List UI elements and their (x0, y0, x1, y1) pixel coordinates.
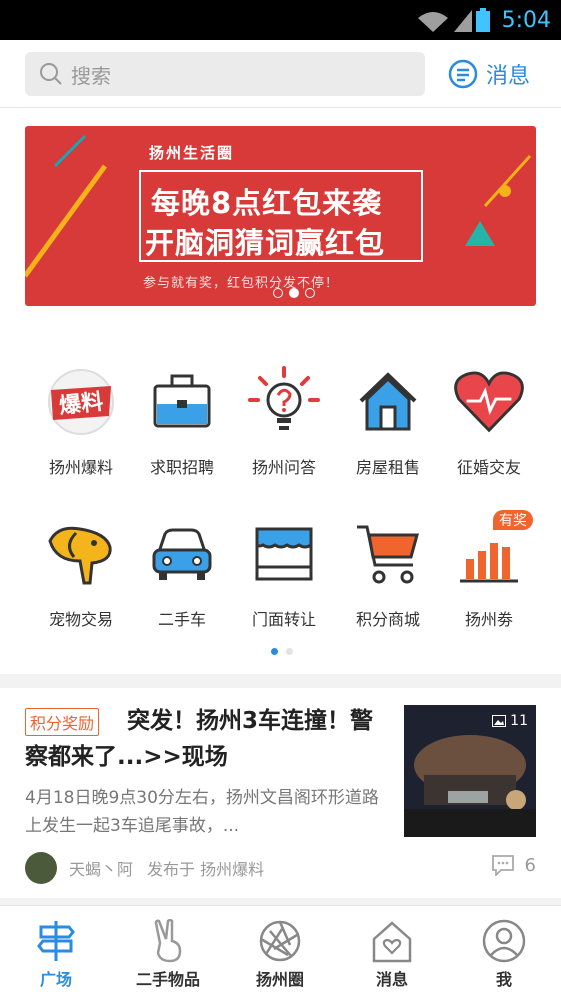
aperture-icon (224, 916, 336, 966)
category-label: 扬州爆料 (48, 458, 113, 477)
house-icon (352, 366, 424, 438)
dog-icon (45, 518, 117, 590)
category-housing[interactable]: 房屋租售 (332, 366, 444, 478)
feed-item[interactable]: 突发！扬州3车连撞！警察都来了...>>现场 积分奖励 4月18日晚9点30分左… (0, 688, 561, 898)
heart-icon (453, 366, 525, 438)
category-label: 二手车 (157, 610, 206, 629)
section-divider (0, 674, 561, 688)
image-count-value: 11 (510, 713, 528, 729)
promo-banner[interactable]: 扬州生活圈 每晚8点红包来袭 开脑洞猜词赢红包 参与就有奖，红包积分发不停！ (25, 126, 536, 306)
tab-label: 消息 (375, 970, 408, 989)
search-icon (40, 63, 62, 85)
category-used-cars[interactable]: 二手车 (126, 518, 238, 630)
banner-line2: 开脑洞猜词赢红包 (145, 226, 386, 260)
banner-pager (273, 288, 315, 298)
messages-label: 消息 (486, 64, 531, 89)
car-icon (146, 518, 218, 590)
baoliao-icon-text: 爆料 (58, 389, 105, 420)
tab-plaza[interactable]: 广场 (0, 916, 112, 990)
main-content: 扬州生活圈 每晚8点红包来袭 开脑洞猜词赢红包 参与就有奖，红包积分发不停！ 爆… (0, 108, 561, 908)
reward-badge: 有奖 (493, 510, 533, 530)
tab-yangzhou-circle[interactable]: 扬州圈 (224, 916, 336, 990)
image-count: 11 (492, 713, 528, 729)
wifi-icon (417, 12, 448, 32)
category-points-mall[interactable]: 积分商城 (332, 518, 444, 630)
pager-dot[interactable] (286, 648, 293, 655)
message-list-icon (448, 59, 478, 89)
category-storefront[interactable]: 门面转让 (228, 518, 340, 630)
bar-chart-icon: 有奖 (453, 510, 533, 590)
author-name[interactable]: 天蝎丶阿 (69, 856, 133, 880)
category-pets[interactable]: 宠物交易 (25, 518, 137, 630)
clock: 5:04 (501, 7, 551, 33)
cart-icon (352, 518, 424, 590)
feed-meta: 天蝎丶阿 发布于 扬州爆料 (25, 852, 264, 884)
image-icon (492, 715, 507, 727)
banner-line1: 每晚8点红包来袭 (151, 186, 383, 220)
banner-dot[interactable] (305, 288, 315, 298)
top-bar: 搜索 消息 (0, 40, 561, 108)
briefcase-icon (146, 366, 218, 438)
search-input[interactable]: 搜索 (25, 52, 425, 96)
heart-house-icon (336, 916, 448, 966)
status-bar: 5:04 (0, 0, 561, 40)
category-label: 宠物交易 (48, 610, 113, 629)
signal-icons (416, 8, 490, 32)
comment-count[interactable]: 6 (491, 854, 536, 876)
category-label: 扬州劵 (464, 610, 513, 629)
bottom-tab-bar: 广场 二手物品 扬州圈 消息 我 (0, 905, 561, 999)
tab-second-hand[interactable]: 二手物品 (112, 916, 224, 990)
battery-icon (475, 8, 490, 32)
category-jobs[interactable]: 求职招聘 (126, 366, 238, 478)
banner-dot-active[interactable] (289, 288, 299, 298)
tab-label: 二手物品 (135, 970, 200, 989)
category-label: 求职招聘 (149, 458, 214, 477)
tab-me[interactable]: 我 (448, 916, 560, 990)
tab-label: 我 (495, 970, 512, 989)
peace-hand-icon (112, 916, 224, 966)
tab-label: 广场 (39, 970, 72, 989)
category-label: 门面转让 (251, 610, 316, 629)
category-coupons[interactable]: 有奖 扬州劵 (433, 510, 545, 630)
category-label: 积分商城 (355, 610, 420, 629)
category-label: 扬州问答 (251, 458, 316, 477)
cell-signal-icon (453, 10, 472, 32)
category-label: 征婚交友 (456, 458, 521, 477)
pager-dot-active[interactable] (271, 648, 278, 655)
banner-dot[interactable] (273, 288, 283, 298)
signpost-icon (0, 916, 112, 966)
tab-messages[interactable]: 消息 (336, 916, 448, 990)
category-qa[interactable]: 扬州问答 (228, 366, 340, 478)
user-icon (448, 916, 560, 966)
category-pager (271, 648, 293, 655)
posted-in[interactable]: 发布于 扬州爆料 (147, 856, 264, 880)
category-label: 房屋租售 (355, 458, 420, 477)
question-bulb-icon (248, 366, 320, 438)
avatar[interactable] (25, 852, 57, 884)
category-dating[interactable]: 征婚交友 (433, 366, 545, 478)
feed-thumbnail[interactable]: 11 (404, 705, 536, 837)
feed-description: 4月18日晚9点30分左右，扬州文昌阁环形道路上发生一起3车追尾事故，... (25, 788, 379, 836)
comment-icon (491, 855, 514, 876)
comment-count-value: 6 (524, 854, 536, 876)
category-baoliao[interactable]: 爆料 扬州爆料 (25, 366, 137, 478)
storefront-icon (248, 518, 320, 590)
messages-button[interactable]: 消息 (448, 54, 530, 94)
tab-label: 扬州圈 (255, 970, 304, 989)
banner-brand: 扬州生活圈 (149, 144, 235, 162)
baoliao-icon: 爆料 (45, 366, 117, 438)
points-reward-badge: 积分奖励 (25, 708, 100, 736)
search-placeholder: 搜索 (71, 63, 111, 88)
